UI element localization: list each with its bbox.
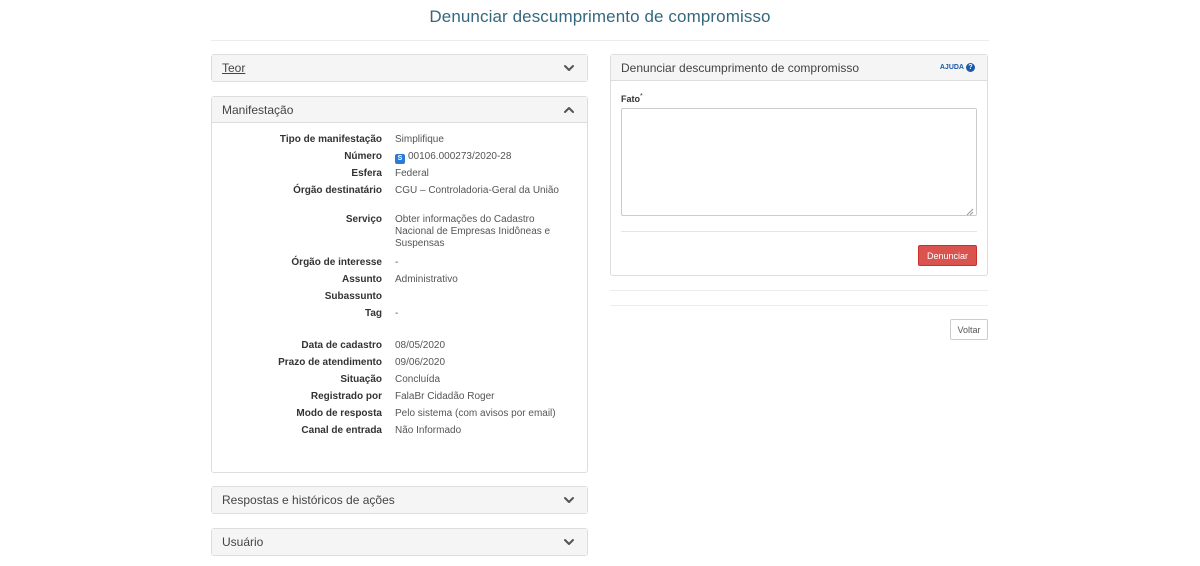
detail-value: - (395, 257, 399, 268)
page-title: Denunciar descumprimento de compromisso (429, 7, 771, 26)
voltar-button[interactable]: Voltar (950, 319, 988, 340)
fato-label: Fato* (621, 93, 643, 104)
panel-manifestacao-header[interactable]: Manifestação (212, 97, 587, 123)
detail-label: Órgão de interesse (291, 257, 382, 268)
form-divider (621, 231, 977, 232)
detail-value: Concluída (395, 374, 441, 385)
panel-respostas-title: Respostas e históricos de ações (222, 493, 395, 507)
simplifique-badge-icon: S (395, 154, 405, 164)
help-label[interactable]: AJUDA (940, 64, 964, 71)
chevron-down-icon[interactable] (563, 536, 575, 548)
section-divider (610, 290, 988, 291)
panel-usuario: Usuário (211, 528, 588, 556)
denuncia-form-header: Denunciar descumprimento de compromisso … (611, 55, 987, 81)
detail-label: Tipo de manifestação (279, 134, 382, 145)
panel-respostas: Respostas e históricos de ações (211, 486, 588, 514)
title-divider (211, 40, 989, 41)
detail-value: Obter informações do Cadastro Nacional d… (395, 214, 551, 249)
section-divider (610, 305, 988, 306)
detail-value: 08/05/2020 (395, 340, 446, 351)
detail-label: Órgão destinatário (293, 185, 382, 196)
detail-label: Serviço (345, 214, 382, 225)
question-circle-icon[interactable]: ? (966, 63, 975, 72)
panel-manifestacao: Manifestação Tipo de manifestação Simpli… (211, 96, 588, 473)
detail-label: Esfera (351, 168, 382, 179)
detail-label: Situação (340, 374, 382, 385)
denuncia-form-panel: Denunciar descumprimento de compromisso … (610, 54, 988, 276)
detail-value: CGU – Controladoria-Geral da União (395, 185, 559, 196)
detail-label: Canal de entrada (301, 425, 382, 436)
denunciar-button[interactable]: Denunciar (917, 245, 977, 266)
detail-label: Modo de resposta (296, 408, 382, 419)
detail-value: Federal (395, 168, 429, 179)
chevron-down-icon[interactable] (563, 494, 575, 506)
manifestacao-number: 00106.000273/2020-28 (408, 151, 512, 162)
detail-label: Número (344, 151, 382, 162)
detail-value: 09/06/2020 (395, 357, 446, 368)
detail-value: - (395, 308, 399, 319)
detail-label: Tag (364, 308, 382, 319)
help-link[interactable]: AJUDA ? (940, 63, 975, 72)
denuncia-form-title: Denunciar descumprimento de compromisso (621, 60, 860, 75)
detail-value: FalaBr Cidadão Roger (395, 391, 495, 402)
detail-value: Pelo sistema (com avisos por email) (395, 408, 556, 419)
panel-usuario-header[interactable]: Usuário (212, 529, 587, 555)
required-marker: * (640, 93, 643, 100)
detail-label: Prazo de atendimento (278, 357, 382, 368)
detail-label: Registrado por (310, 391, 382, 402)
panel-teor: Teor (211, 54, 588, 82)
panel-usuario-title: Usuário (222, 535, 264, 549)
fato-label-text: Fato (621, 94, 640, 104)
panel-teor-title[interactable]: Teor (222, 61, 245, 75)
detail-value: Não Informado (395, 425, 462, 436)
detail-label: Subassunto (324, 291, 382, 302)
resize-grip-icon[interactable] (966, 208, 974, 216)
panel-respostas-header[interactable]: Respostas e históricos de ações (212, 487, 587, 513)
fato-textarea[interactable] (621, 108, 977, 216)
detail-value-number: S 00106.000273/2020-28 (395, 151, 570, 164)
detail-label: Data de cadastro (301, 340, 382, 351)
chevron-down-icon[interactable] (563, 62, 575, 74)
panel-manifestacao-title: Manifestação (222, 102, 294, 117)
detail-label: Assunto (342, 274, 382, 285)
chevron-up-icon[interactable] (563, 104, 575, 116)
detail-value: Simplifique (395, 134, 444, 145)
panel-teor-header[interactable]: Teor (212, 55, 587, 81)
detail-value: Administrativo (395, 274, 458, 285)
